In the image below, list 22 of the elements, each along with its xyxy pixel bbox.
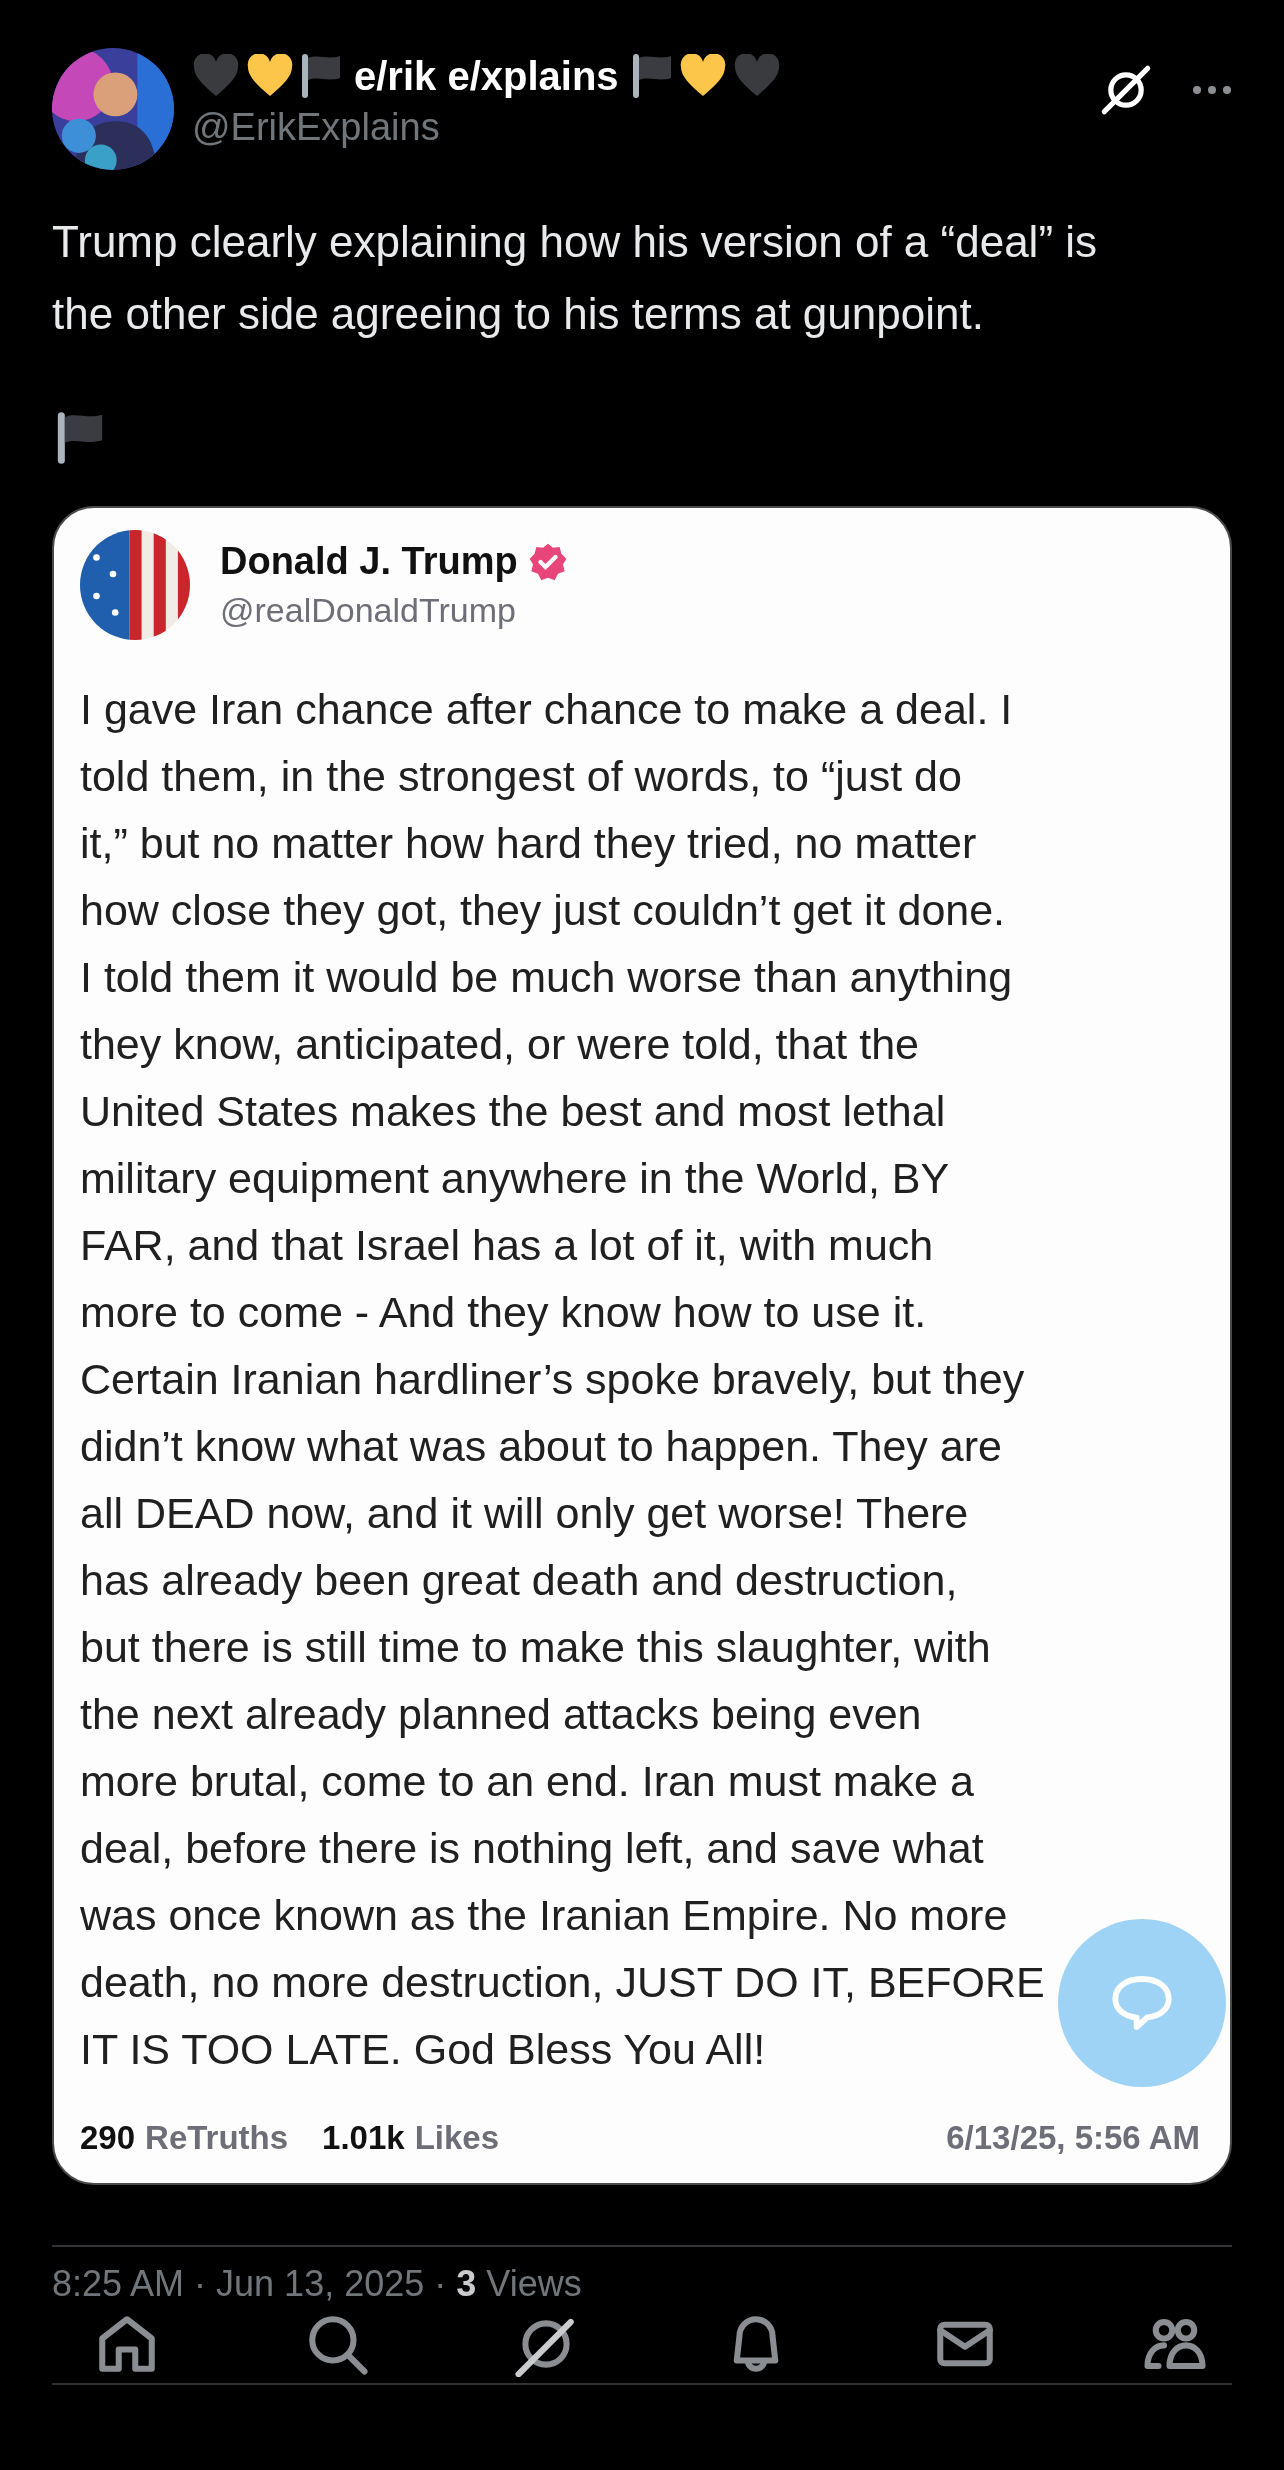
quoted-post-text: I gave Iran chance after chance to make a deal. I told them, in the strongest of words, to “just do it,” but no matter how hard they tried, no matter how close they got, they just couldn’t get it done. I told them it would be much worse than anything they know, anticipated, or were told, that the United States makes the best and most lethal military equipment anywhere in the World, BY FAR, and that Israel has a lot of it, with much more to come - And they know how to use it. Certain Iranian hardliner’s spoke bravely, but they didn’t know what was about to happen. They are all DEAD now, and it will only get worse! There has already been great death and destruction, but there is still time to make this slaughter, with the next already planned attacks being even more brutal, come to an end. Iran must make a deal, before there is nothing left, and save what was once known as the Iranian Empire. No more death, no more destruction, JUST DO IT, BEFORE IT IS TOO LATE. God Bless You All! [80, 684, 1045, 2075]
post-timestamp: 6/13/25, 5:56 AM [946, 2119, 1200, 2157]
retruths-count: 290 [80, 2119, 136, 2157]
heart-icon [678, 54, 727, 98]
post-metadata: 8:25 AM · Jun 13, 2025 · 3 Views [52, 2263, 582, 2305]
user-handle: @realDonaldTrump [220, 591, 517, 630]
heart-icon [192, 54, 240, 98]
likes-count: 1.01k [322, 2119, 405, 2157]
heart-icon [246, 54, 294, 98]
display-name: Donald J. Trump [220, 540, 518, 583]
post-text: Trump clearly explaining how his version of a “deal” is the other side agreeing to his terms at gunpoint. [52, 216, 1099, 340]
likes-label: Likes [414, 2119, 500, 2157]
more-icon[interactable] [1192, 85, 1232, 95]
quoted-post-card[interactable] [52, 506, 1232, 2185]
user-handle[interactable]: @ErikExplains [192, 106, 1082, 149]
retruths-label: ReTruths [145, 2119, 289, 2157]
heart-icon [732, 54, 781, 98]
slashed-circle-icon[interactable] [1100, 64, 1152, 116]
chat-bubble-icon [1110, 1973, 1174, 2033]
display-name[interactable]: e/rik e/xplains [354, 53, 619, 99]
flag-icon [300, 52, 342, 100]
flag-icon [630, 52, 673, 100]
